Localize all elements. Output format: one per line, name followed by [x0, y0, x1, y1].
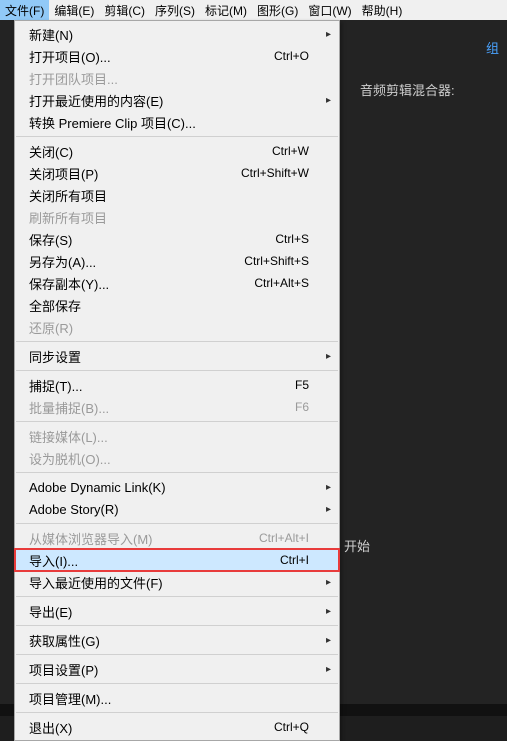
menu-item-shortcut: Ctrl+Shift+W	[241, 166, 315, 180]
menu-item[interactable]: 获取属性(G)	[15, 629, 339, 651]
menu-item: 打开团队项目...	[15, 67, 339, 89]
menu-item-label: Adobe Dynamic Link(K)	[29, 480, 315, 495]
menu-item[interactable]: 退出(X)Ctrl+Q	[15, 716, 339, 738]
menu-item-shortcut: F5	[295, 378, 315, 392]
menu-item-label: 打开最近使用的内容(E)	[29, 91, 315, 110]
menu-item-label: 还原(R)	[29, 318, 315, 337]
menu-item-label: 关闭项目(P)	[29, 164, 241, 183]
menu-separator	[16, 683, 338, 684]
menu-item[interactable]: 同步设置	[15, 345, 339, 367]
menu-item-label: 项目管理(M)...	[29, 689, 315, 708]
menu-item-shortcut: Ctrl+Alt+I	[259, 531, 315, 545]
menu-item: 链接媒体(L)...	[15, 425, 339, 447]
audio-mixer-label: 音频剪辑混合器:	[360, 80, 455, 99]
menu-separator	[16, 625, 338, 626]
menubar-item[interactable]: 标记(M)	[200, 0, 252, 21]
menu-item-label: 导入最近使用的文件(F)	[29, 573, 315, 592]
menu-item[interactable]: 打开项目(O)...Ctrl+O	[15, 45, 339, 67]
menubar-item[interactable]: 剪辑(C)	[99, 0, 150, 21]
menu-item[interactable]: 转换 Premiere Clip 项目(C)...	[15, 111, 339, 133]
menu-separator	[16, 370, 338, 371]
file-menu-dropdown: 新建(N)打开项目(O)...Ctrl+O打开团队项目...打开最近使用的内容(…	[14, 20, 340, 741]
menu-item[interactable]: 项目设置(P)	[15, 658, 339, 680]
menu-item-label: Adobe Story(R)	[29, 502, 315, 517]
menu-item[interactable]: Adobe Dynamic Link(K)	[15, 476, 339, 498]
menu-item-label: 项目设置(P)	[29, 660, 315, 679]
menubar-item[interactable]: 编辑(E)	[49, 0, 99, 21]
menu-item[interactable]: 项目管理(M)...	[15, 687, 339, 709]
menu-item-label: 关闭(C)	[29, 142, 272, 161]
menu-item-shortcut: Ctrl+W	[272, 144, 315, 158]
menu-separator	[16, 712, 338, 713]
menu-item-shortcut: Ctrl+Q	[274, 720, 315, 734]
menu-item: 从媒体浏览器导入(M)Ctrl+Alt+I	[15, 527, 339, 549]
menu-item-label: 刷新所有项目	[29, 208, 315, 227]
menu-item-shortcut: Ctrl+Shift+S	[244, 254, 315, 268]
menu-item-label: 退出(X)	[29, 718, 274, 737]
menu-item-shortcut: Ctrl+S	[275, 232, 315, 246]
menu-item: 还原(R)	[15, 316, 339, 338]
menubar-item[interactable]: 窗口(W)	[303, 0, 356, 21]
menu-item-shortcut: Ctrl+O	[274, 49, 315, 63]
menu-separator	[16, 421, 338, 422]
menu-item[interactable]: 导入(I)...Ctrl+I	[15, 549, 339, 571]
menu-item-label: 新建(N)	[29, 25, 315, 44]
right-panel: 组 音频剪辑混合器: 开始	[340, 20, 507, 716]
menu-item-label: 捕捉(T)...	[29, 376, 295, 395]
menu-item-label: 链接媒体(L)...	[29, 427, 315, 446]
menu-item-shortcut: Ctrl+I	[280, 553, 315, 567]
menu-item-label: 获取属性(G)	[29, 631, 315, 650]
menu-item[interactable]: 打开最近使用的内容(E)	[15, 89, 339, 111]
menu-item: 刷新所有项目	[15, 206, 339, 228]
menu-separator	[16, 596, 338, 597]
menu-item-label: 同步设置	[29, 347, 315, 366]
menu-separator	[16, 472, 338, 473]
menu-item-label: 关闭所有项目	[29, 186, 315, 205]
menu-item[interactable]: 另存为(A)...Ctrl+Shift+S	[15, 250, 339, 272]
menu-item: 设为脱机(O)...	[15, 447, 339, 469]
menu-item-label: 打开项目(O)...	[29, 47, 274, 66]
menu-separator	[16, 341, 338, 342]
menu-separator	[16, 523, 338, 524]
menu-item-shortcut: Ctrl+Alt+S	[254, 276, 315, 290]
menu-item[interactable]: 新建(N)	[15, 23, 339, 45]
menubar-item[interactable]: 图形(G)	[252, 0, 303, 21]
menu-item[interactable]: 保存副本(Y)...Ctrl+Alt+S	[15, 272, 339, 294]
menu-item-label: 全部保存	[29, 296, 315, 315]
menu-item[interactable]: 导出(E)	[15, 600, 339, 622]
menu-separator	[16, 654, 338, 655]
menu-item[interactable]: 关闭所有项目	[15, 184, 339, 206]
menu-item-label: 设为脱机(O)...	[29, 449, 315, 468]
menu-item[interactable]: 关闭项目(P)Ctrl+Shift+W	[15, 162, 339, 184]
menu-item-label: 批量捕捉(B)...	[29, 398, 295, 417]
menubar-item[interactable]: 文件(F)	[0, 0, 49, 21]
menu-item-label: 保存副本(Y)...	[29, 274, 254, 293]
menu-item-label: 从媒体浏览器导入(M)	[29, 529, 259, 548]
start-label: 开始	[344, 536, 370, 555]
menu-item-label: 导入(I)...	[29, 551, 280, 570]
menu-item[interactable]: 关闭(C)Ctrl+W	[15, 140, 339, 162]
menu-item[interactable]: Adobe Story(R)	[15, 498, 339, 520]
menu-item[interactable]: 捕捉(T)...F5	[15, 374, 339, 396]
menu-item-label: 保存(S)	[29, 230, 275, 249]
menu-item[interactable]: 导入最近使用的文件(F)	[15, 571, 339, 593]
menu-item[interactable]: 全部保存	[15, 294, 339, 316]
menu-item-shortcut: F6	[295, 400, 315, 414]
menubar-item[interactable]: 序列(S)	[150, 0, 200, 21]
menubar: 文件(F)编辑(E)剪辑(C)序列(S)标记(M)图形(G)窗口(W)帮助(H)	[0, 0, 507, 20]
menu-item-label: 另存为(A)...	[29, 252, 244, 271]
menu-item-label: 导出(E)	[29, 602, 315, 621]
menu-item-label: 转换 Premiere Clip 项目(C)...	[29, 113, 315, 132]
menu-item-label: 打开团队项目...	[29, 69, 315, 88]
menu-separator	[16, 136, 338, 137]
menu-item: 批量捕捉(B)...F6	[15, 396, 339, 418]
panel-tab[interactable]: 组	[486, 38, 499, 57]
menu-item[interactable]: 保存(S)Ctrl+S	[15, 228, 339, 250]
menubar-item[interactable]: 帮助(H)	[357, 0, 408, 21]
